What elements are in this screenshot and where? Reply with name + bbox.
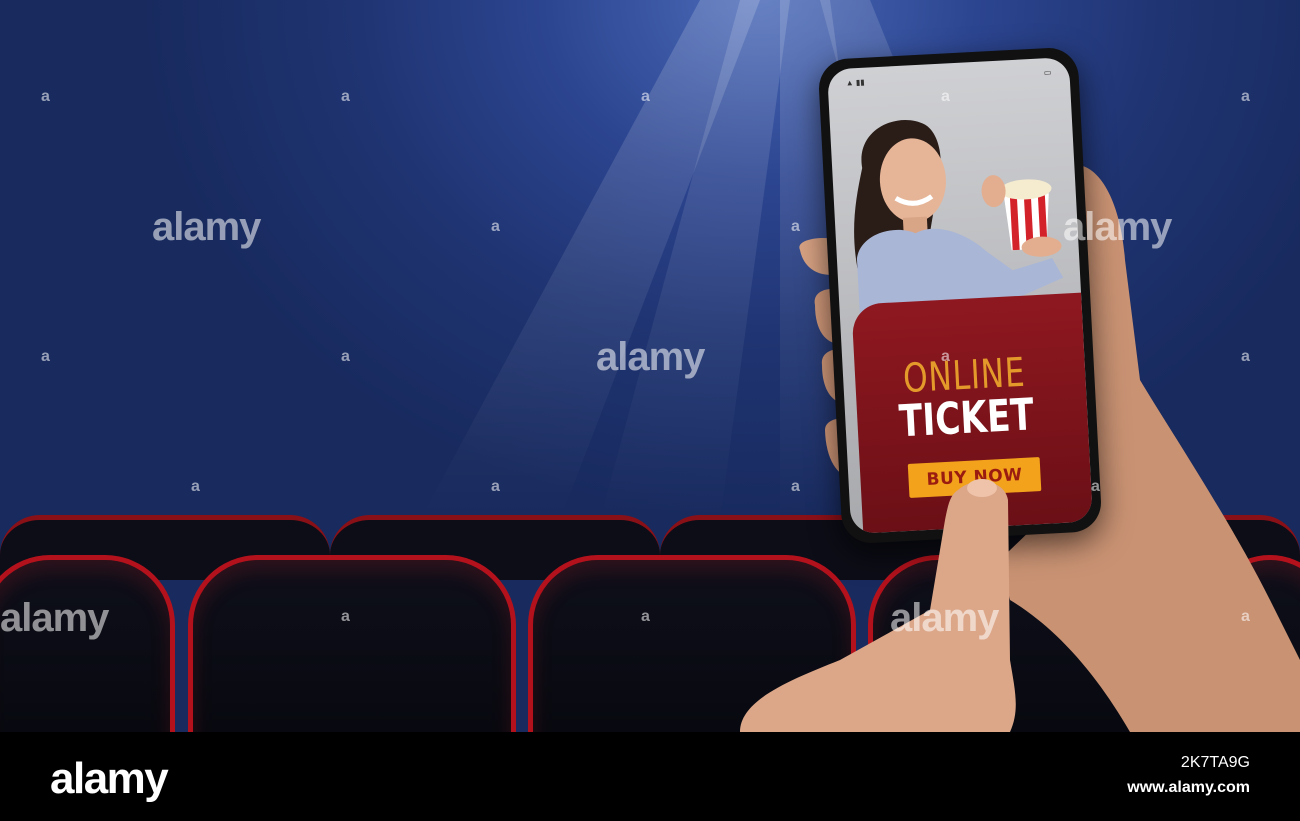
watermark-letter: a [641,88,650,105]
watermark-letter: a [191,478,200,495]
watermark-logo: alamy [1063,205,1172,249]
watermark-letter: a [41,348,50,365]
watermark-letter: a [491,478,500,495]
watermark-letter: a [791,478,800,495]
watermark-logo: alamy [152,205,261,249]
watermark-letter: a [941,348,950,365]
watermark-letter: a [641,608,650,625]
watermark-letter: a [791,218,800,235]
watermark-letter: a [1091,478,1100,495]
footer-bar: alamy 2K7TA9G www.alamy.com [0,732,1300,821]
watermark-letter: a [341,348,350,365]
watermark-letter: a [1241,608,1250,625]
site-url: www.alamy.com [1127,779,1250,796]
alamy-logo: alamy [50,754,169,803]
watermark-letter: a [41,88,50,105]
watermark-letter: a [341,88,350,105]
watermark-letter: a [941,88,950,105]
watermark-letter: a [1241,88,1250,105]
watermark-letter: a [341,608,350,625]
image-id: 2K7TA9G [1180,754,1250,771]
watermark-letter: a [491,218,500,235]
watermark-logo: alamy [596,335,705,379]
watermark-logo: alamy [890,596,999,640]
watermark-logo: alamy [0,596,109,640]
watermark-letter: a [1241,348,1250,365]
